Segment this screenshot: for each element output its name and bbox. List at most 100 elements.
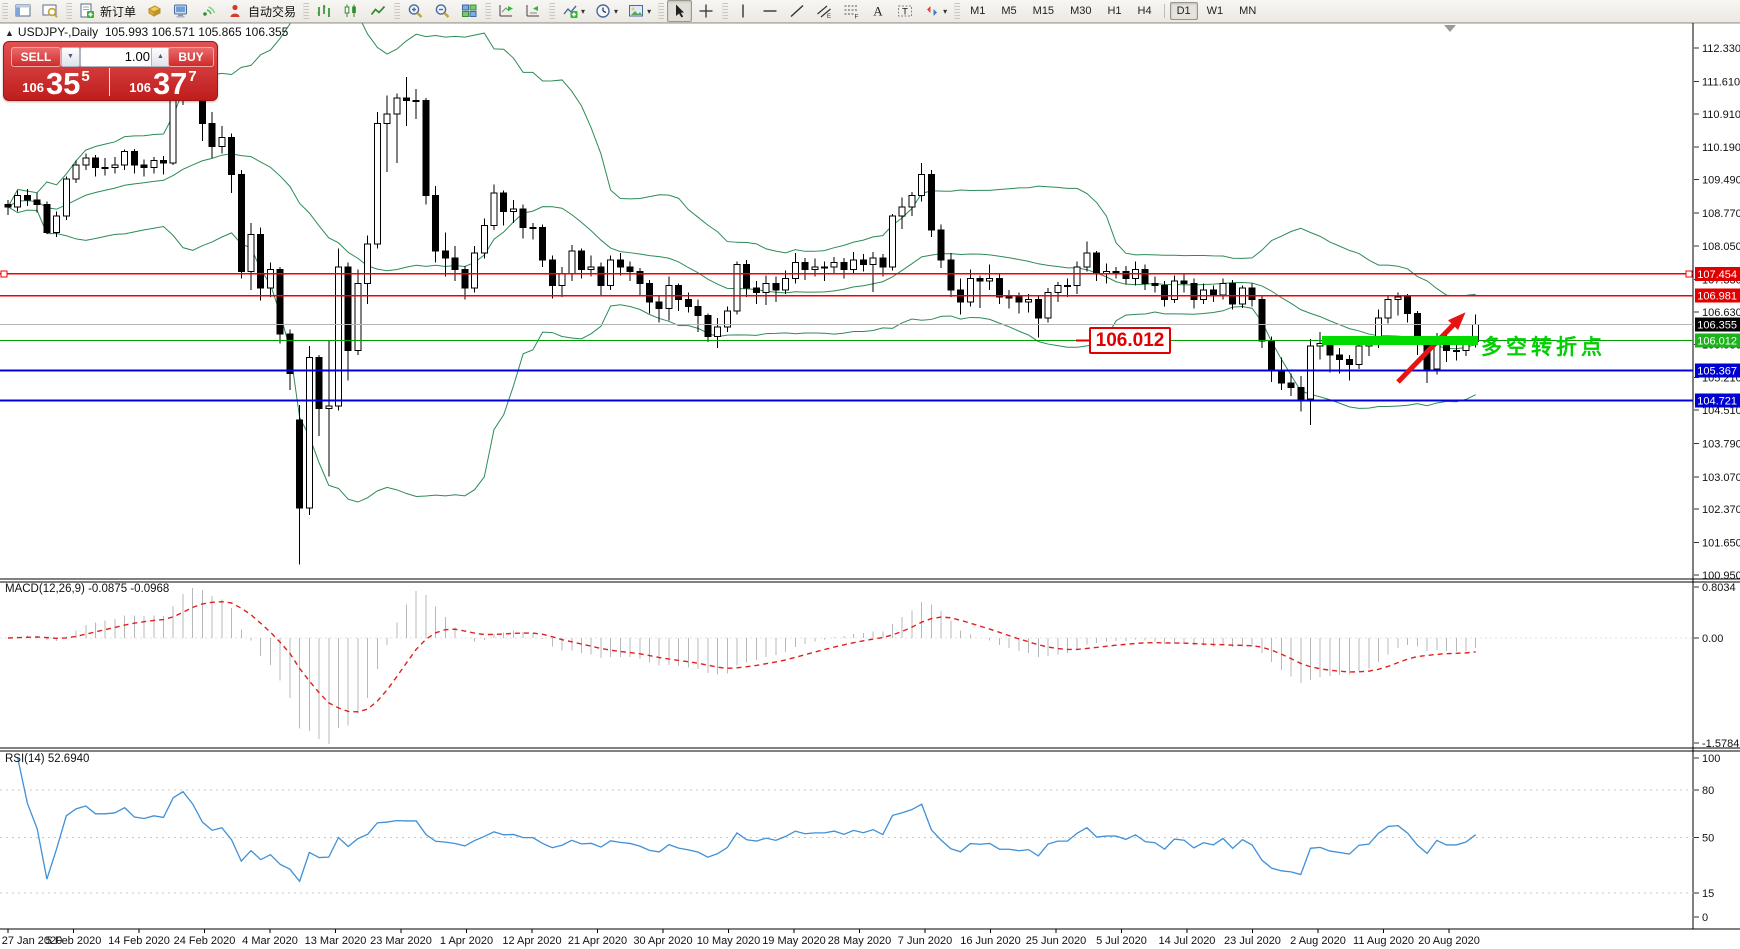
bar-chart-mode-icon (316, 3, 333, 19)
arrows-tool-button[interactable]: ▾ (920, 0, 951, 22)
horizontal-line-tool-button[interactable] (758, 0, 783, 22)
timeframe-m30-button[interactable]: M30 (1063, 2, 1098, 20)
svg-text:E: E (827, 14, 831, 19)
equidistant-channel-tool-button[interactable]: E (812, 0, 837, 22)
buy-button[interactable]: BUY (168, 47, 214, 67)
toolbar-group-handle (66, 3, 72, 19)
timeframe-h4-button[interactable]: H4 (1131, 2, 1159, 20)
text-label-tool-button[interactable]: T (893, 0, 918, 22)
signals-button[interactable] (196, 0, 221, 22)
tile-windows-button[interactable] (457, 0, 482, 22)
panel-divider (109, 68, 110, 96)
toolbar-group (493, 0, 547, 22)
history-center-icon (146, 3, 163, 19)
timeframe-m5-button[interactable]: M5 (994, 2, 1023, 20)
new-order-button[interactable]: 新订单 (75, 0, 140, 22)
trade-panel-row: SELL ▼ 1.00 ▲ BUY (4, 47, 217, 65)
line-chart-mode-icon (370, 3, 387, 19)
arrows-tool-dropdown-icon[interactable]: ▾ (943, 7, 947, 16)
buy-price-pip: 7 (188, 68, 196, 85)
text-tool-icon: A (870, 3, 887, 19)
toolbar-group (10, 0, 64, 22)
trendline-tool-icon (789, 3, 806, 19)
toolbar-group-handle (303, 3, 309, 19)
data-window-icon (42, 3, 59, 19)
new-order-label: 新订单 (100, 3, 136, 20)
vertical-line-tool-icon (735, 3, 752, 19)
fibonacci-tool-icon: F (843, 3, 860, 19)
timeframe-m1-button[interactable]: M1 (963, 2, 992, 20)
symbol-period-label: USDJPY-,Daily (18, 25, 98, 39)
crosshair-tool-button[interactable] (694, 0, 719, 22)
chart-canvas[interactable]: 112.330111.610110.910110.190109.490108.7… (0, 0, 1740, 949)
auto-trading-button[interactable]: 自动交易 (223, 0, 300, 22)
auto-scroll-icon (498, 3, 515, 19)
indicators-button[interactable]: ▾ (558, 0, 589, 22)
text-label-tool-icon: T (897, 3, 914, 19)
timeframe-m15-button[interactable]: M15 (1026, 2, 1061, 20)
templates-button[interactable]: ▾ (624, 0, 655, 22)
market-watch-icon (15, 3, 32, 19)
cursor-tool-icon (671, 3, 688, 19)
svg-text:T: T (902, 7, 908, 18)
timeframe-w1-button[interactable]: W1 (1200, 2, 1231, 20)
ohlc-readout: 105.993 106.571 105.865 106.355 (105, 25, 289, 39)
auto-scroll-button[interactable] (494, 0, 519, 22)
indicators-icon (562, 3, 579, 19)
signals-icon (200, 3, 217, 19)
chart-shift-button[interactable] (521, 0, 546, 22)
tile-windows-icon (461, 3, 478, 19)
svg-text:F: F (855, 14, 859, 20)
cursor-tool-button[interactable] (667, 0, 692, 22)
candlestick-mode-icon (343, 3, 360, 19)
timeframe-mn-button[interactable]: MN (1232, 2, 1263, 20)
templates-dropdown-icon[interactable]: ▾ (647, 7, 651, 16)
periods-button[interactable]: ▾ (591, 0, 622, 22)
fibonacci-tool-button[interactable]: F (839, 0, 864, 22)
main-toolbar: 新订单 自动交易 ▾ ▾ ▾ E F A T ▾ M1M5M15M30H1H4 D1W1MN (0, 0, 1740, 23)
timeframe-h1-button[interactable]: H1 (1100, 2, 1128, 20)
meta-editor-icon (173, 3, 190, 19)
sell-price-big: 35 (46, 70, 80, 98)
trendline-tool-button[interactable] (785, 0, 810, 22)
sell-price-handle: 106 (22, 80, 44, 95)
history-center-button[interactable] (142, 0, 167, 22)
indicators-dropdown-icon[interactable]: ▾ (581, 7, 585, 16)
bar-chart-mode-button[interactable] (312, 0, 337, 22)
collapse-panel-icon[interactable]: ▲ (5, 28, 14, 38)
buy-price[interactable]: 106 37 7 (111, 66, 215, 98)
svg-text:A: A (873, 4, 883, 19)
meta-editor-button[interactable] (169, 0, 194, 22)
equidistant-channel-tool-icon: E (816, 3, 833, 19)
periods-dropdown-icon[interactable]: ▾ (614, 7, 618, 16)
price-axis[interactable] (1694, 23, 1740, 929)
line-chart-mode-button[interactable] (366, 0, 391, 22)
one-click-trade-panel: SELL ▼ 1.00 ▲ BUY 106 35 5 106 37 7 (3, 41, 218, 101)
data-window-button[interactable] (38, 0, 63, 22)
toolbar-group (666, 0, 720, 22)
market-watch-button[interactable] (11, 0, 36, 22)
arrows-tool-icon (924, 3, 941, 19)
zoom-in-button[interactable] (403, 0, 428, 22)
turning-point-note[interactable]: 多空转折点 (1481, 331, 1606, 361)
volume-decrease-button[interactable]: ▼ (61, 47, 80, 67)
time-axis[interactable] (0, 929, 1693, 949)
auto-trading-icon (227, 3, 244, 19)
toolbar-group (311, 0, 392, 22)
zoom-out-button[interactable] (430, 0, 455, 22)
toolbar-group: 新订单 自动交易 (74, 0, 301, 22)
toolbar-group: ▾ ▾ ▾ (557, 0, 656, 22)
buy-price-big: 37 (153, 70, 187, 98)
candlestick-mode-button[interactable] (339, 0, 364, 22)
timeframe-d1-button[interactable]: D1 (1170, 2, 1198, 20)
sell-button[interactable]: SELL (11, 47, 61, 67)
vertical-line-tool-button[interactable] (731, 0, 756, 22)
sell-price[interactable]: 106 35 5 (4, 66, 108, 98)
support-zone-bar[interactable] (1322, 336, 1478, 345)
macd-indicator-label: MACD(12,26,9) -0.0875 -0.0968 (5, 583, 169, 595)
volume-input[interactable]: 1.00 (80, 47, 157, 67)
periods-icon (595, 3, 612, 19)
price-callout-box[interactable]: 106.012 (1089, 327, 1171, 354)
text-tool-button[interactable]: A (866, 0, 891, 22)
toolbar-group-handle (658, 3, 664, 19)
